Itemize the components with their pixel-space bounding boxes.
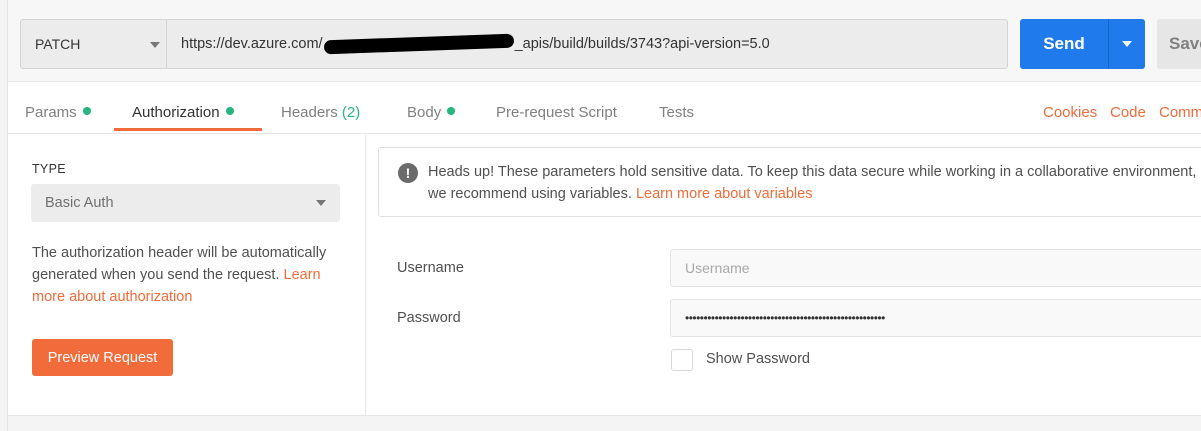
tab-label: Headers [281,104,338,121]
type-label: TYPE [32,162,66,176]
notice-text: Heads up! These parameters hold sensitiv… [428,161,1201,205]
auth-description: The authorization header will be automat… [32,242,352,308]
url-input[interactable]: https://dev.azure.com/ _apis/build/builds… [166,19,1008,69]
chevron-down-icon [150,42,160,48]
sensitive-data-notice: ! Heads up! These parameters hold sensit… [378,147,1201,217]
password-label: Password [397,310,461,326]
redaction-mark [323,33,514,55]
header-count-badge: (2) [341,104,361,121]
status-dot-icon [82,107,91,115]
tab-label: Tests [659,104,695,121]
auth-description-text: The authorization header will be automat… [32,245,327,283]
preview-request-button[interactable]: Preview Request [32,339,173,376]
auth-type-panel: TYPE Basic Auth The authorization header… [8,135,366,415]
status-dot-icon [447,107,456,115]
comments-link[interactable]: Comm [1159,104,1201,121]
learn-more-variables-link[interactable]: Learn more about variables [636,186,813,202]
url-suffix: _apis/build/builds/3743?api-version=5.0 [514,36,770,52]
auth-type-select[interactable]: Basic Auth [31,184,340,222]
cookies-link[interactable]: Cookies [1043,104,1097,121]
tab-tests[interactable]: Tests [659,104,694,121]
save-label: Save [1169,34,1201,53]
tab-pre-request-script[interactable]: Pre-request Script [496,104,617,121]
tab-body[interactable]: Body [407,104,456,121]
tab-headers[interactable]: Headers (2) [281,104,360,121]
tab-label: Pre-request Script [496,104,617,121]
request-tabs: Params Authorization Headers (2) Body Pr… [8,82,1201,134]
tab-authorization[interactable]: Authorization [132,104,234,121]
password-value: ••••••••••••••••••••••••••••••••••••••••… [685,311,885,325]
show-password-label[interactable]: Show Password [706,351,810,367]
preview-request-label: Preview Request [47,349,158,366]
tab-label: Params [25,104,77,121]
url-prefix: https://dev.azure.com/ [181,36,323,52]
save-button[interactable]: Save [1157,19,1201,69]
bottom-strip [8,415,1201,431]
username-input[interactable] [685,260,1201,276]
tab-label: Authorization [132,104,220,121]
exclamation-icon: ! [398,163,418,183]
send-label: Send [1043,34,1085,53]
request-bar: PATCH https://dev.azure.com/ _apis/build/… [8,0,1201,82]
active-tab-indicator [114,128,262,131]
auth-type-value: Basic Auth [45,195,114,211]
send-options-button[interactable] [1108,19,1145,69]
chevron-down-icon [1122,41,1132,47]
username-field[interactable] [670,249,1201,287]
chevron-down-icon [316,200,326,206]
method-select[interactable]: PATCH [20,19,174,69]
show-password-checkbox[interactable] [671,349,693,371]
status-dot-icon [225,107,234,115]
code-link[interactable]: Code [1110,104,1146,121]
left-edge-panel [0,0,8,431]
password-field[interactable]: ••••••••••••••••••••••••••••••••••••••••… [670,299,1201,337]
tab-label: Body [407,104,442,121]
send-button[interactable]: Send [1020,19,1145,69]
username-label: Username [397,260,464,276]
tab-params[interactable]: Params [25,104,91,121]
method-value: PATCH [35,36,81,52]
